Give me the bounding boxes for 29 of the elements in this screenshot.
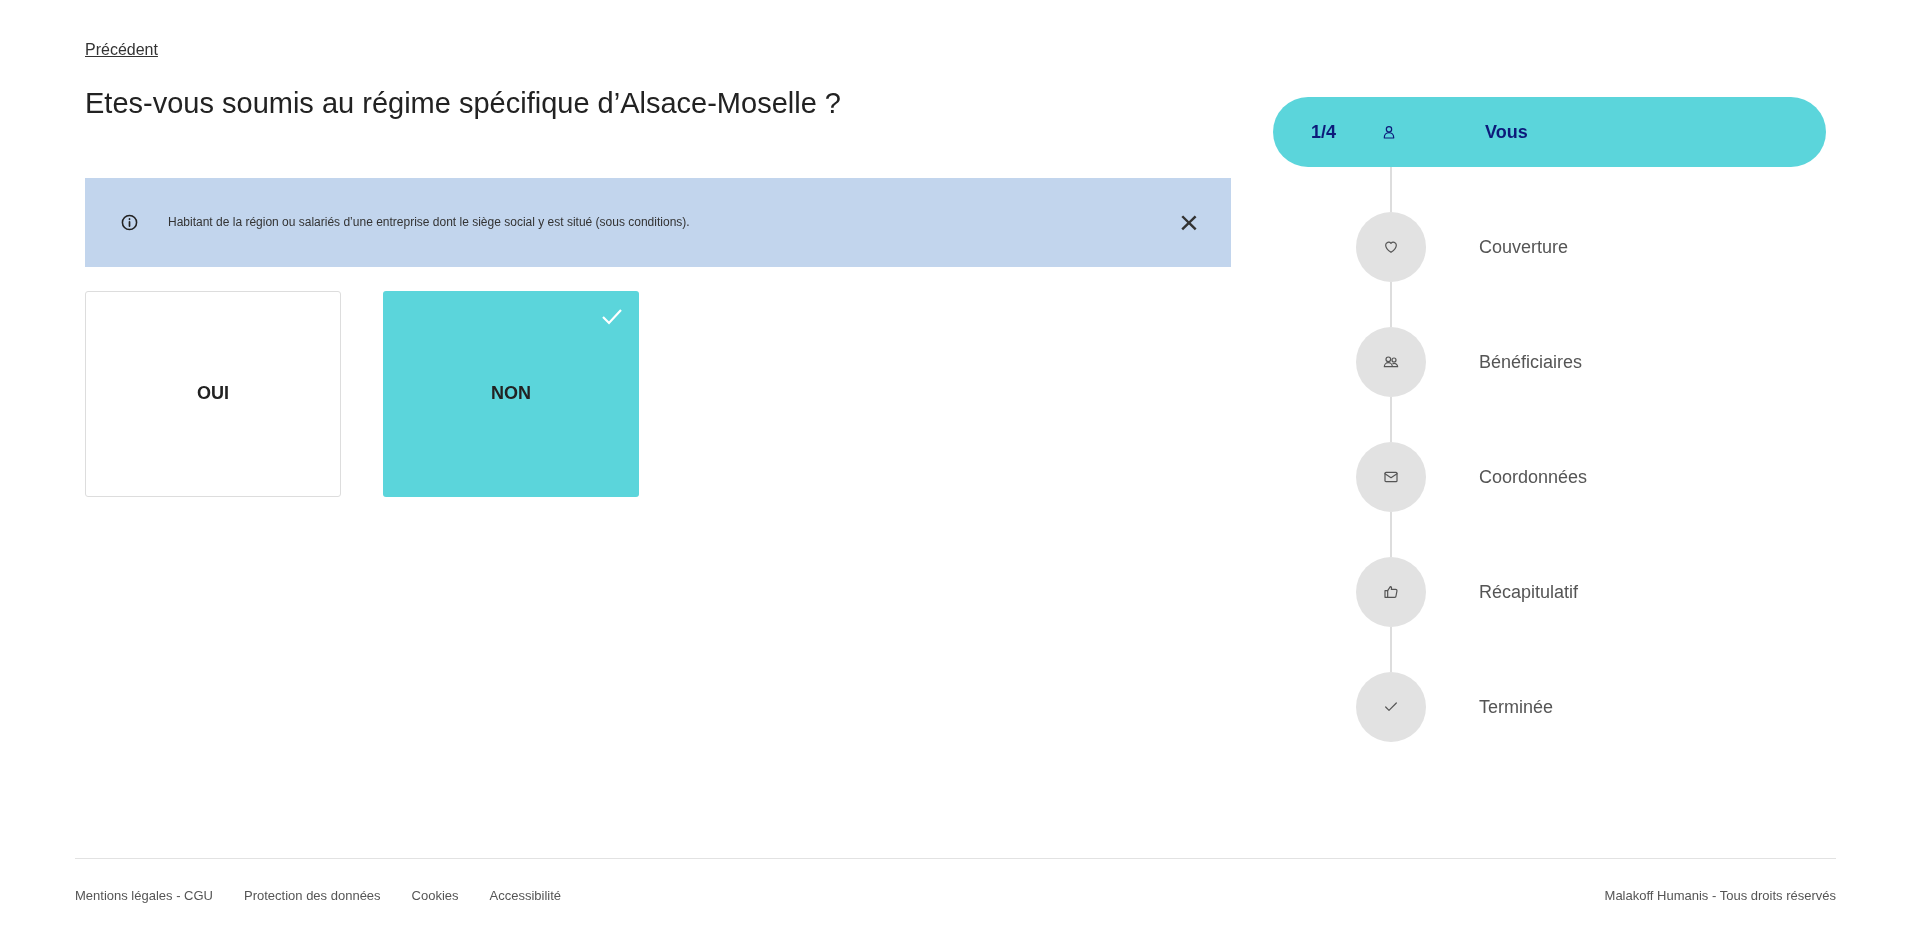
step-item[interactable]: Récapitulatif (1272, 557, 1826, 627)
choice-card[interactable]: OUI (85, 290, 341, 497)
footer-link[interactable]: Mentions légales - CGU (75, 886, 213, 906)
step-item[interactable]: Terminée (1272, 672, 1826, 742)
step-item[interactable]: Coordonnées (1272, 442, 1826, 512)
step-label: Coordonnées (1478, 465, 1588, 489)
step-label: Couverture (1478, 235, 1568, 259)
heart-icon (1382, 239, 1399, 255)
step-label: Terminée (1478, 695, 1553, 719)
info-icon (121, 213, 138, 231)
footer-link[interactable]: Cookies (411, 886, 459, 906)
step-label: Vous (1484, 120, 1528, 144)
people-icon (1382, 354, 1399, 370)
choice-card[interactable]: NON (383, 290, 639, 497)
mail-icon (1382, 469, 1399, 485)
question-title: Etes-vous soumis au régime spécifique d’Alsace-Moselle ? (85, 86, 842, 121)
copyright-text: Malakoff Humanis - Tous droits réservés (1604, 887, 1836, 906)
footer-link[interactable]: Accessibilité (489, 886, 562, 906)
step-item[interactable]: Bénéficiaires (1272, 327, 1826, 397)
step-label: Récapitulatif (1478, 580, 1579, 604)
step-label: Bénéficiaires (1478, 350, 1583, 374)
back-link[interactable]: Précédent (85, 38, 158, 62)
footer-link[interactable]: Protection des données (244, 886, 381, 906)
step-item[interactable]: 1/4 Vous (1272, 97, 1826, 167)
thumbs-up-icon (1382, 584, 1399, 600)
close-button[interactable]: × (1179, 205, 1199, 239)
info-text: Habitant de la région ou salariés d’une entreprise dont le siège social y est situé (sous conditions). (168, 214, 691, 231)
step-item[interactable]: Couverture (1272, 212, 1826, 282)
step-counter: 1/4 (1310, 120, 1337, 144)
